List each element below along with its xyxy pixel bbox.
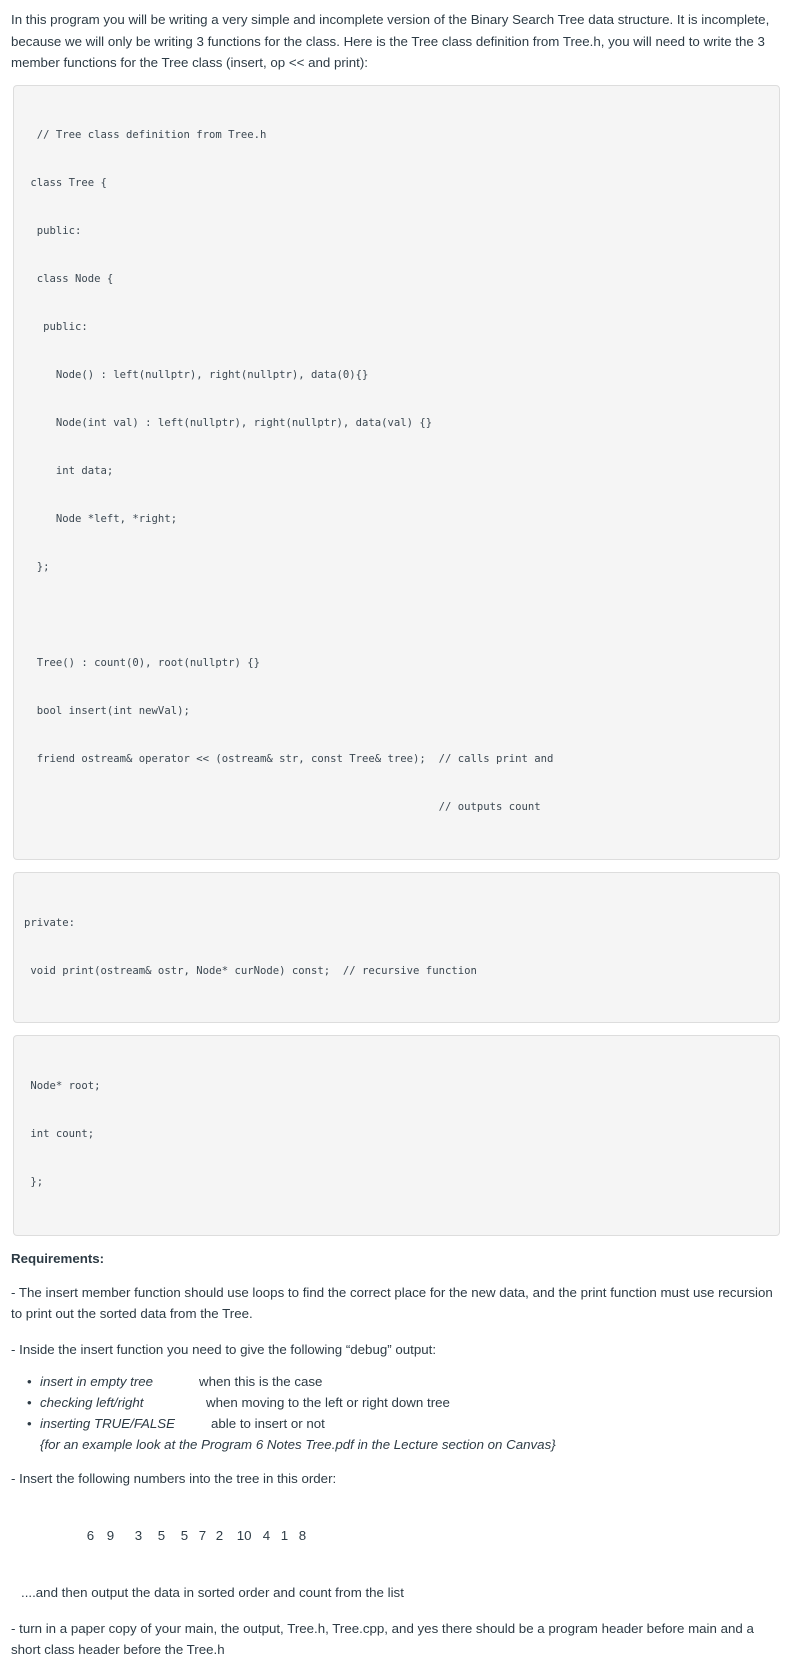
code-line: private: [24, 916, 76, 929]
debug-output-description: when this is the case [199, 1374, 323, 1389]
code-line: public: [24, 224, 82, 237]
number-value: 5 [180, 1527, 189, 1543]
requirement-item-2: - Inside the insert function you need to… [11, 1341, 437, 1357]
code-line: // outputs count [24, 800, 541, 813]
debug-output-term: inserting TRUE/FALSE [40, 1416, 175, 1431]
code-line: public: [24, 320, 88, 333]
intro-paragraph: In this program you will be writing a ve… [11, 12, 770, 70]
insert-number-sequence: 6 9 3 5 5 7 2 10 4 1 8 [11, 1503, 787, 1569]
number-value: 10 [236, 1527, 252, 1543]
code-line: }; [24, 560, 50, 573]
requirement-item-4: ....and then output the data in sorted o… [21, 1584, 404, 1600]
debug-output-description: when moving to the left or right down tr… [206, 1395, 450, 1410]
debug-output-term: checking left/right [40, 1395, 144, 1410]
code-line: int data; [24, 464, 114, 477]
code-block-tree-class-definition: // Tree class definition from Tree.h cla… [13, 84, 780, 860]
number-value: 8 [298, 1527, 307, 1543]
requirement-item-1: - The insert member function should use … [11, 1284, 773, 1322]
debug-output-term: insert in empty tree [40, 1374, 154, 1389]
number-value: 3 [134, 1527, 143, 1543]
number-value: 5 [157, 1527, 166, 1543]
code-block-private-members: Node* root; int count; }; [13, 1034, 780, 1236]
requirement-item-5: - turn in a paper copy of your main, the… [11, 1620, 754, 1658]
requirement-item-3: - Insert the following numbers into the … [11, 1471, 337, 1486]
list-item: inserting TRUE/FALSE able to insert or no… [11, 1413, 787, 1434]
code-line: int count; [24, 1127, 95, 1140]
code-line: Node *left, *right; [24, 512, 178, 525]
number-value: 2 [215, 1527, 224, 1543]
number-value: 9 [106, 1527, 115, 1543]
debug-output-list: insert in empty tree when this is the cas… [11, 1371, 787, 1434]
code-line: bool insert(int newVal); [24, 704, 190, 717]
code-line: Node(int val) : left(nullptr), right(nul… [24, 416, 433, 429]
example-note: {for an example look at the Program 6 No… [40, 1437, 556, 1452]
code-line: friend ostream& operator << (ostream& st… [24, 752, 554, 765]
list-item: checking left/right when moving to the le… [11, 1392, 787, 1413]
requirements-heading: Requirements: [11, 1250, 105, 1266]
number-value: 7 [198, 1527, 207, 1543]
code-line: class Tree { [24, 176, 107, 189]
debug-output-description: able to insert or not [211, 1416, 325, 1431]
number-value: 6 [86, 1527, 95, 1543]
code-line: }; [24, 1175, 44, 1188]
number-value: 4 [262, 1527, 271, 1543]
list-item: insert in empty tree when this is the cas… [11, 1371, 787, 1392]
code-line: // Tree class definition from Tree.h [24, 128, 267, 141]
code-line: class Node { [24, 272, 114, 285]
code-line: Node* root; [24, 1079, 101, 1092]
number-value: 1 [280, 1527, 289, 1543]
code-line: Tree() : count(0), root(nullptr) {} [24, 656, 260, 669]
code-line: Node() : left(nullptr), right(nullptr), … [24, 368, 369, 381]
code-block-private-print-declaration: private: void print(ostream& ostr, Node*… [13, 871, 780, 1023]
assignment-page: In this program you will be writing a ve… [0, 0, 798, 1661]
code-line: void print(ostream& ostr, Node* curNode)… [24, 964, 477, 977]
